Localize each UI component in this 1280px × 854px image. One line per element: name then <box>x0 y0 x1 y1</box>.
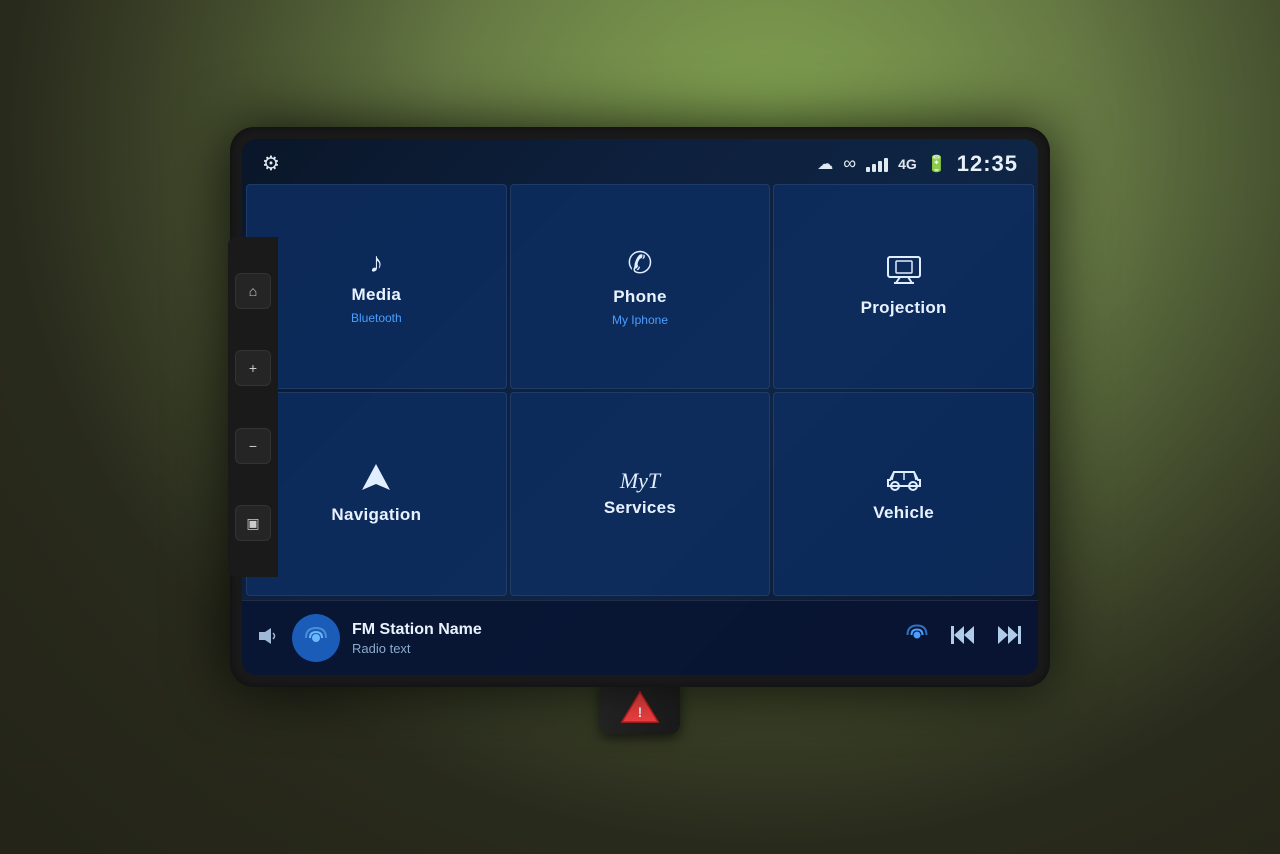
cloud-icon: ☁ <box>817 154 833 174</box>
media-icon: ♪ <box>369 247 383 279</box>
plus-icon: + <box>249 360 257 376</box>
phone-sublabel: My Iphone <box>612 313 668 327</box>
connected-icon: ∞ <box>843 153 856 174</box>
projection-tile[interactable]: Projection <box>773 184 1034 389</box>
settings-icon[interactable]: ⚙ <box>262 151 280 176</box>
radio-station-icon[interactable] <box>292 614 340 662</box>
home-icon: ⌂ <box>249 283 257 299</box>
navigation-icon <box>360 462 392 499</box>
main-screen: ⚙ ☁ ∞ 4G 🔋 <box>242 139 1038 675</box>
hazard-button[interactable]: ! <box>600 679 680 734</box>
media-label: Media <box>351 285 401 305</box>
navigation-tile[interactable]: Navigation <box>246 392 507 597</box>
projection-icon <box>886 255 922 292</box>
screen-bezel: ⌂ + − ▣ ⚙ ☁ ∞ <box>230 127 1050 687</box>
network-badge: 4G <box>898 156 917 172</box>
status-right: ☁ ∞ 4G 🔋 12:35 <box>817 151 1018 177</box>
prev-track-button[interactable] <box>950 624 976 652</box>
home-button[interactable]: ⌂ <box>235 273 271 309</box>
screen-button[interactable]: ▣ <box>235 505 271 541</box>
screen-icon: ▣ <box>246 515 259 532</box>
media-tile[interactable]: ♪ Media Bluetooth <box>246 184 507 389</box>
clock-display: 12:35 <box>957 151 1018 177</box>
media-sublabel: Bluetooth <box>351 311 402 325</box>
side-controls: ⌂ + − ▣ <box>228 237 278 577</box>
services-label: Services <box>604 498 676 518</box>
media-controls <box>904 622 1022 654</box>
volume-icon[interactable] <box>258 627 280 650</box>
media-bar: FM Station Name Radio text <box>242 600 1038 675</box>
volume-down-button[interactable]: − <box>235 428 271 464</box>
radio-text: Radio text <box>352 641 892 656</box>
volume-up-button[interactable]: + <box>235 350 271 386</box>
status-left: ⚙ <box>262 151 280 176</box>
navigation-label: Navigation <box>331 505 421 525</box>
minus-icon: − <box>249 438 257 454</box>
projection-label: Projection <box>861 298 947 318</box>
services-tile[interactable]: MyT Services <box>510 392 771 597</box>
phone-tile[interactable]: ✆ Phone My Iphone <box>510 184 771 389</box>
vehicle-icon <box>884 464 924 497</box>
status-bar: ⚙ ☁ ∞ 4G 🔋 <box>242 139 1038 184</box>
media-info: FM Station Name Radio text <box>352 621 892 656</box>
radio-active-icon[interactable] <box>904 622 930 654</box>
below-screen-controls: ! <box>600 679 680 734</box>
phone-icon: ✆ <box>627 246 652 281</box>
myt-services-icon: MyT <box>620 470 660 492</box>
car-dashboard: ⌂ + − ▣ ⚙ ☁ ∞ <box>0 0 1280 854</box>
station-name: FM Station Name <box>352 621 892 639</box>
vehicle-tile[interactable]: Vehicle <box>773 392 1034 597</box>
svg-text:!: ! <box>638 704 643 720</box>
app-grid: ♪ Media Bluetooth ✆ Phone My Iphone <box>242 184 1038 600</box>
next-track-button[interactable] <box>996 624 1022 652</box>
signal-icon <box>866 156 888 172</box>
battery-icon: 🔋 <box>927 154 947 174</box>
vehicle-label: Vehicle <box>873 503 934 523</box>
phone-label: Phone <box>613 287 666 307</box>
